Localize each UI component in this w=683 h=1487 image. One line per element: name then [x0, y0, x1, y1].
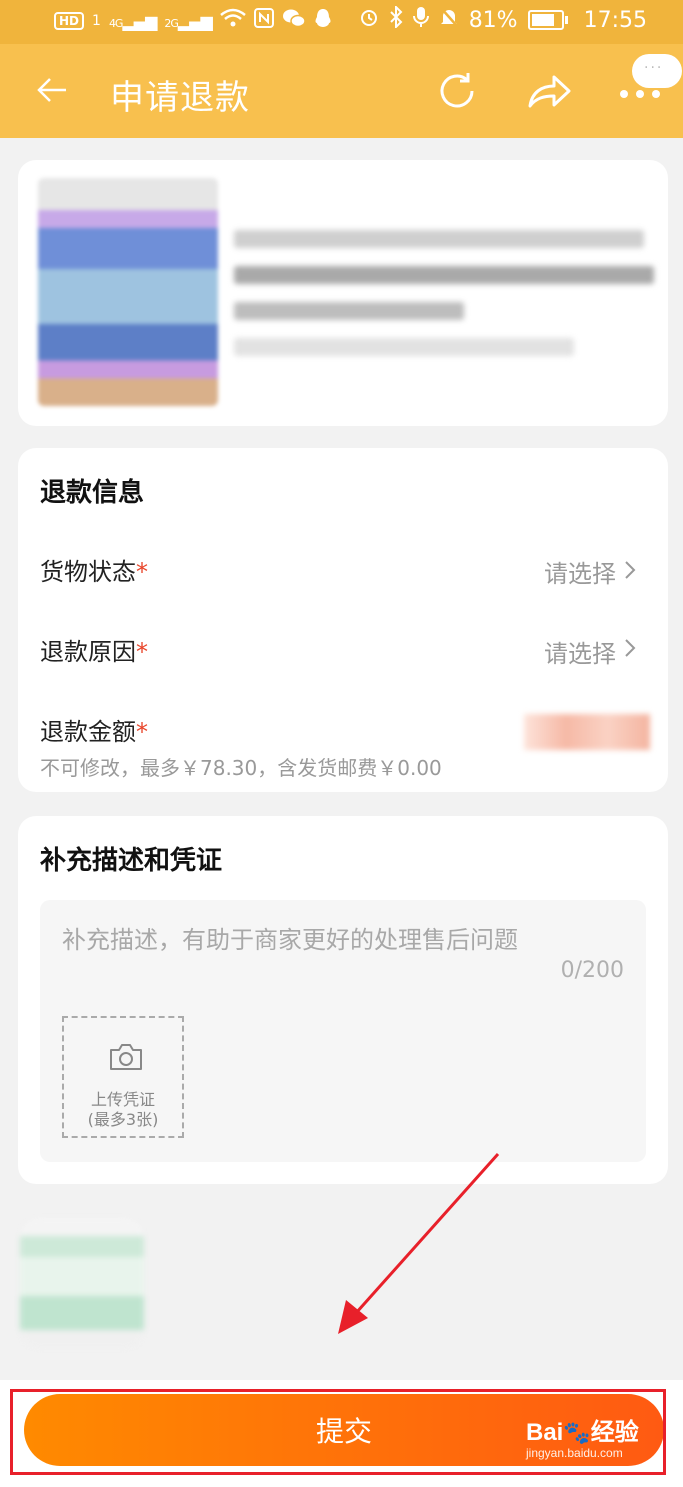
section-title: 退款信息 — [40, 478, 145, 508]
mute-bell-icon — [439, 6, 459, 34]
battery-icon — [527, 10, 568, 30]
section-title: 补充描述和凭证 — [40, 846, 223, 876]
description-textarea[interactable]: 补充描述，有助于商家更好的处理售后问题 0/200 上传凭证 (最多3张) — [40, 900, 646, 1162]
goods-status-select[interactable]: 请选择 — [544, 554, 616, 589]
back-arrow-icon[interactable] — [36, 74, 68, 106]
signal-4g-icon: 4G▂▄▆ — [108, 11, 157, 31]
refund-reason-label: 退款原因* — [40, 632, 148, 667]
share-icon[interactable] — [526, 72, 572, 112]
upload-evidence-button[interactable]: 上传凭证 (最多3张) — [62, 1016, 184, 1138]
char-counter: 0/200 — [560, 958, 624, 983]
refund-amount-label: 退款金额* — [40, 712, 148, 747]
page-title: 申请退款 — [110, 78, 250, 118]
baidu-watermark: Bai🐾经验 jingyan.baidu.com — [526, 1412, 639, 1460]
hd-badge: HD — [54, 12, 85, 30]
product-card[interactable] — [18, 160, 668, 426]
wifi-icon — [220, 8, 246, 34]
refund-amount-value-blurred — [524, 714, 650, 750]
annotation-arrow — [338, 1153, 500, 1334]
refund-amount-text: 退款金额 — [40, 718, 136, 746]
nfc-icon — [253, 8, 274, 34]
goods-status-label: 货物状态* — [40, 552, 148, 587]
mic-icon — [412, 6, 429, 34]
description-card: 补充描述和凭证 补充描述，有助于商家更好的处理售后问题 0/200 上传凭证 (… — [18, 816, 668, 1184]
blurred-floating-image — [20, 1218, 144, 1348]
watermark-brand: Bai — [526, 1419, 564, 1446]
blurred-text — [234, 266, 654, 284]
alarm-icon — [359, 7, 379, 33]
sim-slot: 1 — [92, 13, 101, 29]
blurred-text — [234, 230, 644, 248]
net-label-2: 2G — [164, 16, 178, 30]
required-mark: * — [136, 558, 148, 586]
bubble-dots: ··· — [644, 60, 664, 76]
product-thumbnail — [38, 178, 218, 406]
refresh-icon[interactable] — [436, 70, 478, 112]
chevron-right-icon — [625, 561, 636, 579]
required-mark: * — [136, 638, 148, 666]
clock-time: 17:55 — [583, 7, 647, 33]
battery-percent: 81% — [468, 7, 518, 33]
status-bar: HD 1 4G▂▄▆ 2G▂▄▆ 81% 17:55 — [0, 0, 683, 44]
title-bar: 申请退款 ··· — [0, 44, 683, 138]
camera-icon — [110, 1044, 142, 1070]
bluetooth-icon — [389, 4, 403, 34]
blurred-text — [234, 302, 464, 320]
net-label-1: 4G — [108, 16, 123, 30]
wechat-icon — [282, 8, 306, 34]
refund-reason-select[interactable]: 请选择 — [544, 634, 616, 669]
status-right: 81% 17:55 — [359, 4, 647, 34]
watermark-url: jingyan.baidu.com — [526, 1446, 623, 1460]
refund-reason-text: 退款原因 — [40, 638, 136, 666]
refund-info-card: 退款信息 货物状态* 请选择 退款原因* 请选择 退款金额* 不可修改，最多￥7… — [18, 448, 668, 792]
blurred-text — [234, 338, 574, 356]
paw-icon: 🐾 — [563, 1420, 591, 1445]
signal-2g-icon: 2G▂▄▆ — [164, 11, 212, 31]
message-bubble[interactable]: ··· — [632, 54, 682, 88]
product-info-blurred — [234, 230, 654, 374]
refund-amount-hint: 不可修改，最多￥78.30，含发货邮费￥0.00 — [40, 756, 442, 780]
required-mark: * — [136, 718, 148, 746]
chevron-right-icon — [625, 639, 636, 657]
upload-limit: (最多3张) — [87, 1110, 159, 1129]
goods-status-text: 货物状态 — [40, 558, 136, 586]
status-left: HD 1 4G▂▄▆ 2G▂▄▆ — [54, 8, 332, 34]
description-placeholder: 补充描述，有助于商家更好的处理售后问题 — [62, 926, 518, 954]
watermark-brand-cn: 经验 — [590, 1419, 639, 1446]
qq-icon — [314, 8, 332, 34]
